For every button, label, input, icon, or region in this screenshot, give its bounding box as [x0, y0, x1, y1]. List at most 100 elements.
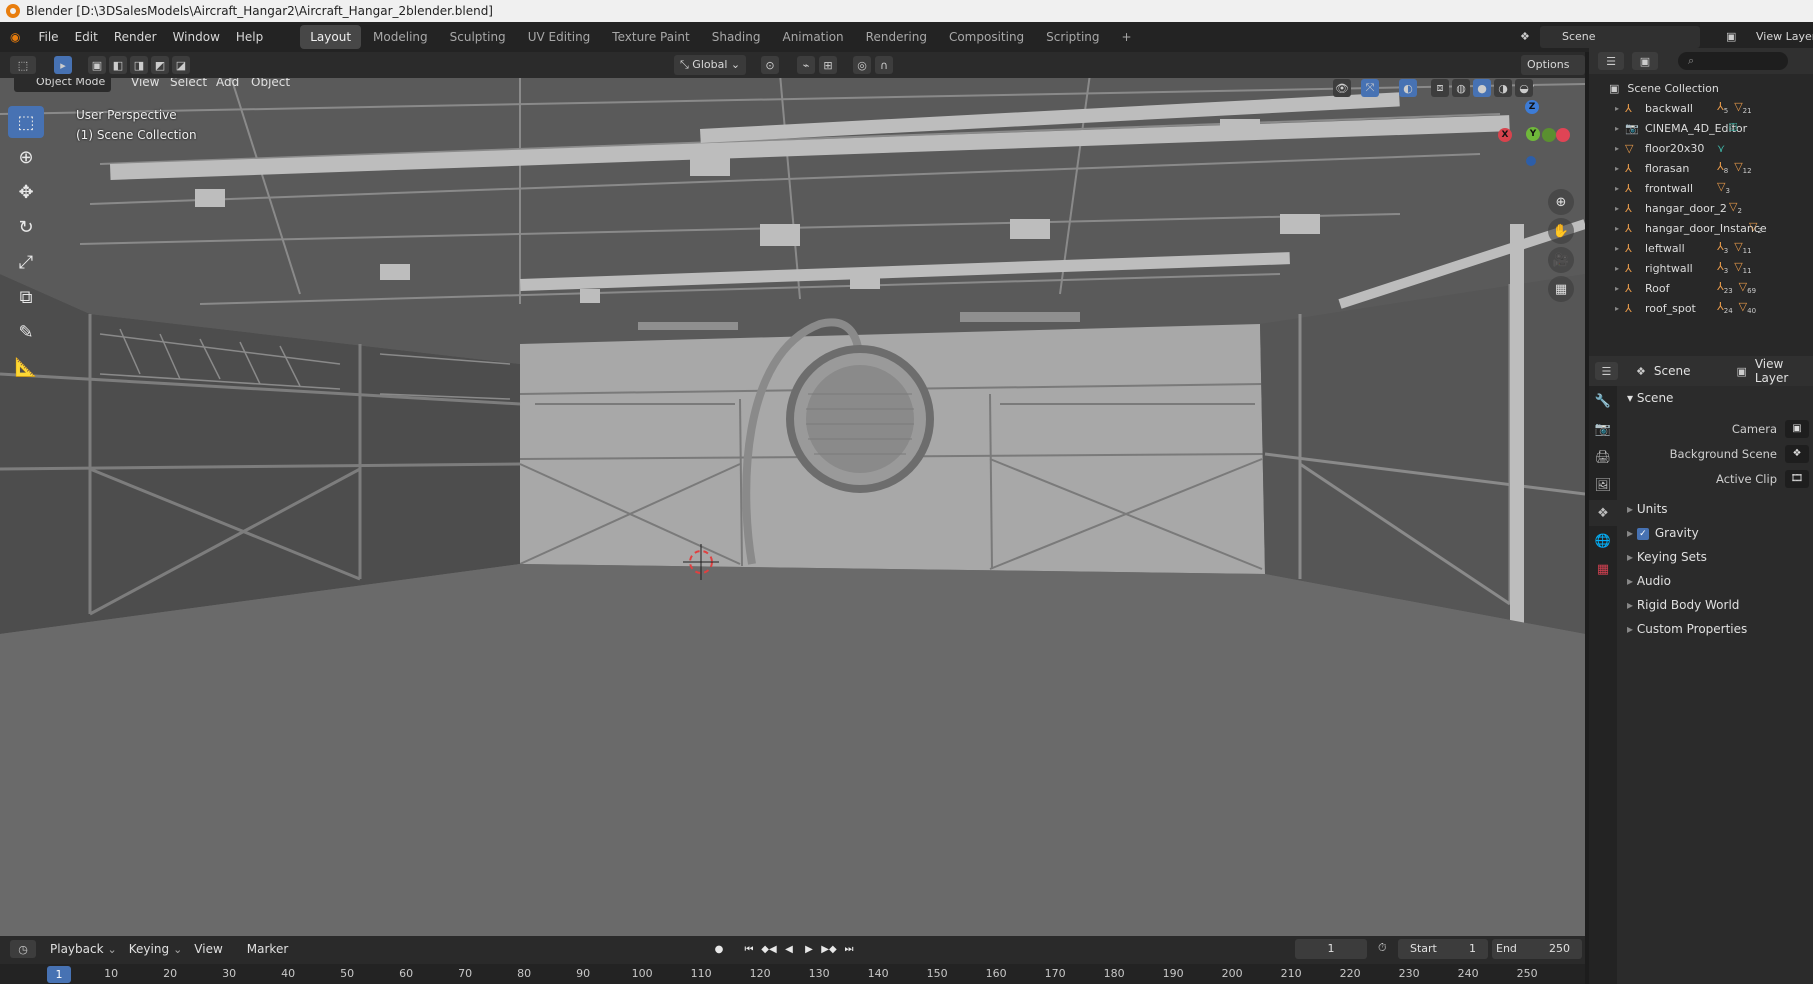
- gizmo-x-axis[interactable]: X: [1498, 128, 1512, 142]
- mesh-data-icon[interactable]: ▽69: [1739, 280, 1756, 295]
- record-icon[interactable]: ●: [710, 940, 728, 958]
- outliner-item[interactable]: ▸ ⅄ Roof ⅄23 ▽69: [1589, 278, 1813, 298]
- outliner-item-badges[interactable]: ⋎: [1717, 142, 1725, 155]
- expand-arrow-icon[interactable]: ▸: [1615, 184, 1625, 193]
- properties-editor-type-icon[interactable]: ☰: [1595, 362, 1618, 380]
- select-box-tool-icon[interactable]: ⬚: [8, 106, 44, 138]
- expand-arrow-icon[interactable]: ▸: [1615, 284, 1625, 293]
- expand-arrow-icon[interactable]: ▸: [1615, 164, 1625, 173]
- tab-animation[interactable]: Animation: [772, 25, 853, 49]
- annotate-tool-icon[interactable]: ✎: [8, 316, 44, 348]
- solid-shading-icon[interactable]: ●: [1473, 79, 1491, 97]
- current-frame-field[interactable]: 1: [1295, 939, 1367, 959]
- jump-end-icon[interactable]: ⏭: [840, 940, 858, 958]
- display-mode-icon[interactable]: ▣: [1632, 52, 1658, 70]
- 3d-viewport[interactable]: Object Mode View Select Add Object User …: [0, 74, 1585, 936]
- mesh-data-icon[interactable]: ▽3: [1717, 180, 1730, 195]
- proportional-editing-icon[interactable]: ◎: [853, 56, 871, 74]
- outliner-item[interactable]: ▸ ⅄ roof_spot ⅄24 ▽40: [1589, 298, 1813, 318]
- expand-arrow-icon[interactable]: ▸: [1615, 204, 1625, 213]
- outliner-item[interactable]: ▸ ⅄ leftwall ⅄3 ▽11: [1589, 238, 1813, 258]
- mesh-data-icon[interactable]: ▽11: [1734, 240, 1751, 255]
- outliner-item-badges[interactable]: ⅄3 ▽11: [1717, 260, 1752, 275]
- timeline-editor-type-icon[interactable]: ◷: [10, 940, 36, 958]
- material-shading-icon[interactable]: ◑: [1494, 79, 1512, 97]
- outliner-item[interactable]: ▸ ⅄ florasan ⅄8 ▽12: [1589, 158, 1813, 178]
- rotate-tool-icon[interactable]: ↻: [8, 211, 44, 243]
- outliner-item[interactable]: ▸ ⅄ hangar_door_Instance ▽2: [1589, 218, 1813, 238]
- measure-tool-icon[interactable]: 📐: [8, 351, 44, 383]
- camera-view-icon[interactable]: 🎥: [1548, 247, 1574, 273]
- view-layer-selector[interactable]: View Layer: [1748, 26, 1813, 48]
- gravity-panel[interactable]: ▸ ✓ Gravity: [1617, 521, 1813, 545]
- menu-window[interactable]: Window: [165, 22, 228, 52]
- active-clip-picker-icon[interactable]: 🎞: [1785, 469, 1809, 488]
- add-workspace-button[interactable]: +: [1112, 25, 1142, 49]
- scene-section-header[interactable]: ▾ Scene: [1617, 386, 1813, 410]
- tab-layout[interactable]: Layout: [300, 25, 362, 49]
- outliner-item[interactable]: ▸ ⅄ hangar_door_2 ▽2: [1589, 198, 1813, 218]
- gizmo-neg-z-axis[interactable]: [1526, 156, 1536, 166]
- timeline-menu-view[interactable]: View: [194, 939, 222, 959]
- child-objects-icon[interactable]: ⅄3: [1717, 240, 1728, 255]
- view-layer-tab-icon[interactable]: 🖼: [1589, 472, 1617, 498]
- output-tab-icon[interactable]: 🖨: [1589, 444, 1617, 470]
- menu-help[interactable]: Help: [228, 22, 271, 52]
- mesh-data-icon[interactable]: ▽2: [1749, 220, 1762, 235]
- select-subtract-icon[interactable]: ◨: [130, 56, 148, 74]
- active-clip-field[interactable]: Active Clip 🎞: [1617, 466, 1813, 491]
- camera-data-icon[interactable]: ⛋: [1729, 121, 1737, 135]
- outliner-item-badges[interactable]: ⅄24 ▽40: [1717, 300, 1756, 315]
- select-new-icon[interactable]: ▣: [88, 56, 106, 74]
- timeline-menu-playback[interactable]: Playback: [50, 939, 104, 959]
- outliner-item[interactable]: ▸ ⅄ backwall ⅄5 ▽21: [1589, 98, 1813, 118]
- outliner-item-badges[interactable]: ▽2: [1749, 220, 1762, 235]
- xray-toggle-icon[interactable]: ⧈: [1431, 79, 1449, 97]
- properties-view-layer-label[interactable]: View Layer: [1755, 357, 1813, 385]
- outliner-item-badges[interactable]: ⅄3 ▽11: [1717, 240, 1752, 255]
- outliner-item[interactable]: ▸ ⅄ frontwall ▽3: [1589, 178, 1813, 198]
- transform-orientation-dropdown[interactable]: ⤡ Global ⌄: [674, 55, 747, 75]
- child-objects-icon[interactable]: ⅄3: [1717, 260, 1728, 275]
- menu-render[interactable]: Render: [106, 22, 165, 52]
- camera-field[interactable]: Camera ▣: [1617, 416, 1813, 441]
- expand-arrow-icon[interactable]: ▸: [1615, 104, 1625, 113]
- scale-tool-icon[interactable]: ⤢: [8, 246, 44, 278]
- expand-arrow-icon[interactable]: ▸: [1615, 224, 1625, 233]
- tab-sculpting[interactable]: Sculpting: [440, 25, 516, 49]
- preview-range-icon[interactable]: ⏱: [1378, 941, 1387, 955]
- play-reverse-icon[interactable]: ◀: [780, 940, 798, 958]
- tab-texture-paint[interactable]: Texture Paint: [602, 25, 699, 49]
- start-frame-field[interactable]: Start 1: [1398, 939, 1488, 959]
- child-objects-icon[interactable]: ⅄5: [1717, 100, 1728, 115]
- outliner-item-badges[interactable]: ⅄23 ▽69: [1717, 280, 1756, 295]
- properties-scene-label[interactable]: Scene: [1654, 364, 1691, 378]
- menu-edit[interactable]: Edit: [67, 22, 106, 52]
- outliner-item-badges[interactable]: ⛋: [1729, 121, 1737, 135]
- snap-icon[interactable]: ⌁: [797, 56, 815, 74]
- overlay-toggle-icon[interactable]: ◐: [1399, 79, 1417, 97]
- jump-start-icon[interactable]: ⏮: [740, 940, 758, 958]
- gizmo-y-axis[interactable]: Y: [1526, 127, 1540, 141]
- custom-properties-panel[interactable]: ▸ Custom Properties: [1617, 617, 1813, 641]
- scene-tab-icon[interactable]: ❖: [1589, 500, 1617, 526]
- editor-type-icon[interactable]: ⬚: [10, 56, 36, 74]
- tool-tab-icon[interactable]: 🔧: [1589, 388, 1617, 414]
- select-invert-icon[interactable]: ◩: [151, 56, 169, 74]
- tab-scripting[interactable]: Scripting: [1036, 25, 1109, 49]
- wireframe-shading-icon[interactable]: ◍: [1452, 79, 1470, 97]
- camera-picker-icon[interactable]: ▣: [1785, 419, 1809, 438]
- blender-menu-icon[interactable]: ◉: [0, 22, 30, 52]
- navigation-gizmo[interactable]: Z Y X: [1490, 94, 1580, 184]
- mesh-data-icon[interactable]: ▽21: [1734, 100, 1751, 115]
- texture-tab-icon[interactable]: ▦: [1589, 556, 1617, 582]
- outliner-item-badges[interactable]: ⅄5 ▽21: [1717, 100, 1752, 115]
- mesh-data-icon[interactable]: ▽11: [1734, 260, 1751, 275]
- background-scene-field[interactable]: Background Scene ❖: [1617, 441, 1813, 466]
- move-tool-icon[interactable]: ✥: [8, 176, 44, 208]
- outliner-item[interactable]: ▸ 📷 CINEMA_4D_Editor ⛋: [1589, 118, 1813, 138]
- rendered-shading-icon[interactable]: ◒: [1515, 79, 1533, 97]
- gizmo-toggle-icon[interactable]: ⤧: [1361, 79, 1379, 97]
- child-objects-icon[interactable]: ⅄8: [1717, 160, 1728, 175]
- view-layer-icon[interactable]: ▣: [1726, 30, 1736, 43]
